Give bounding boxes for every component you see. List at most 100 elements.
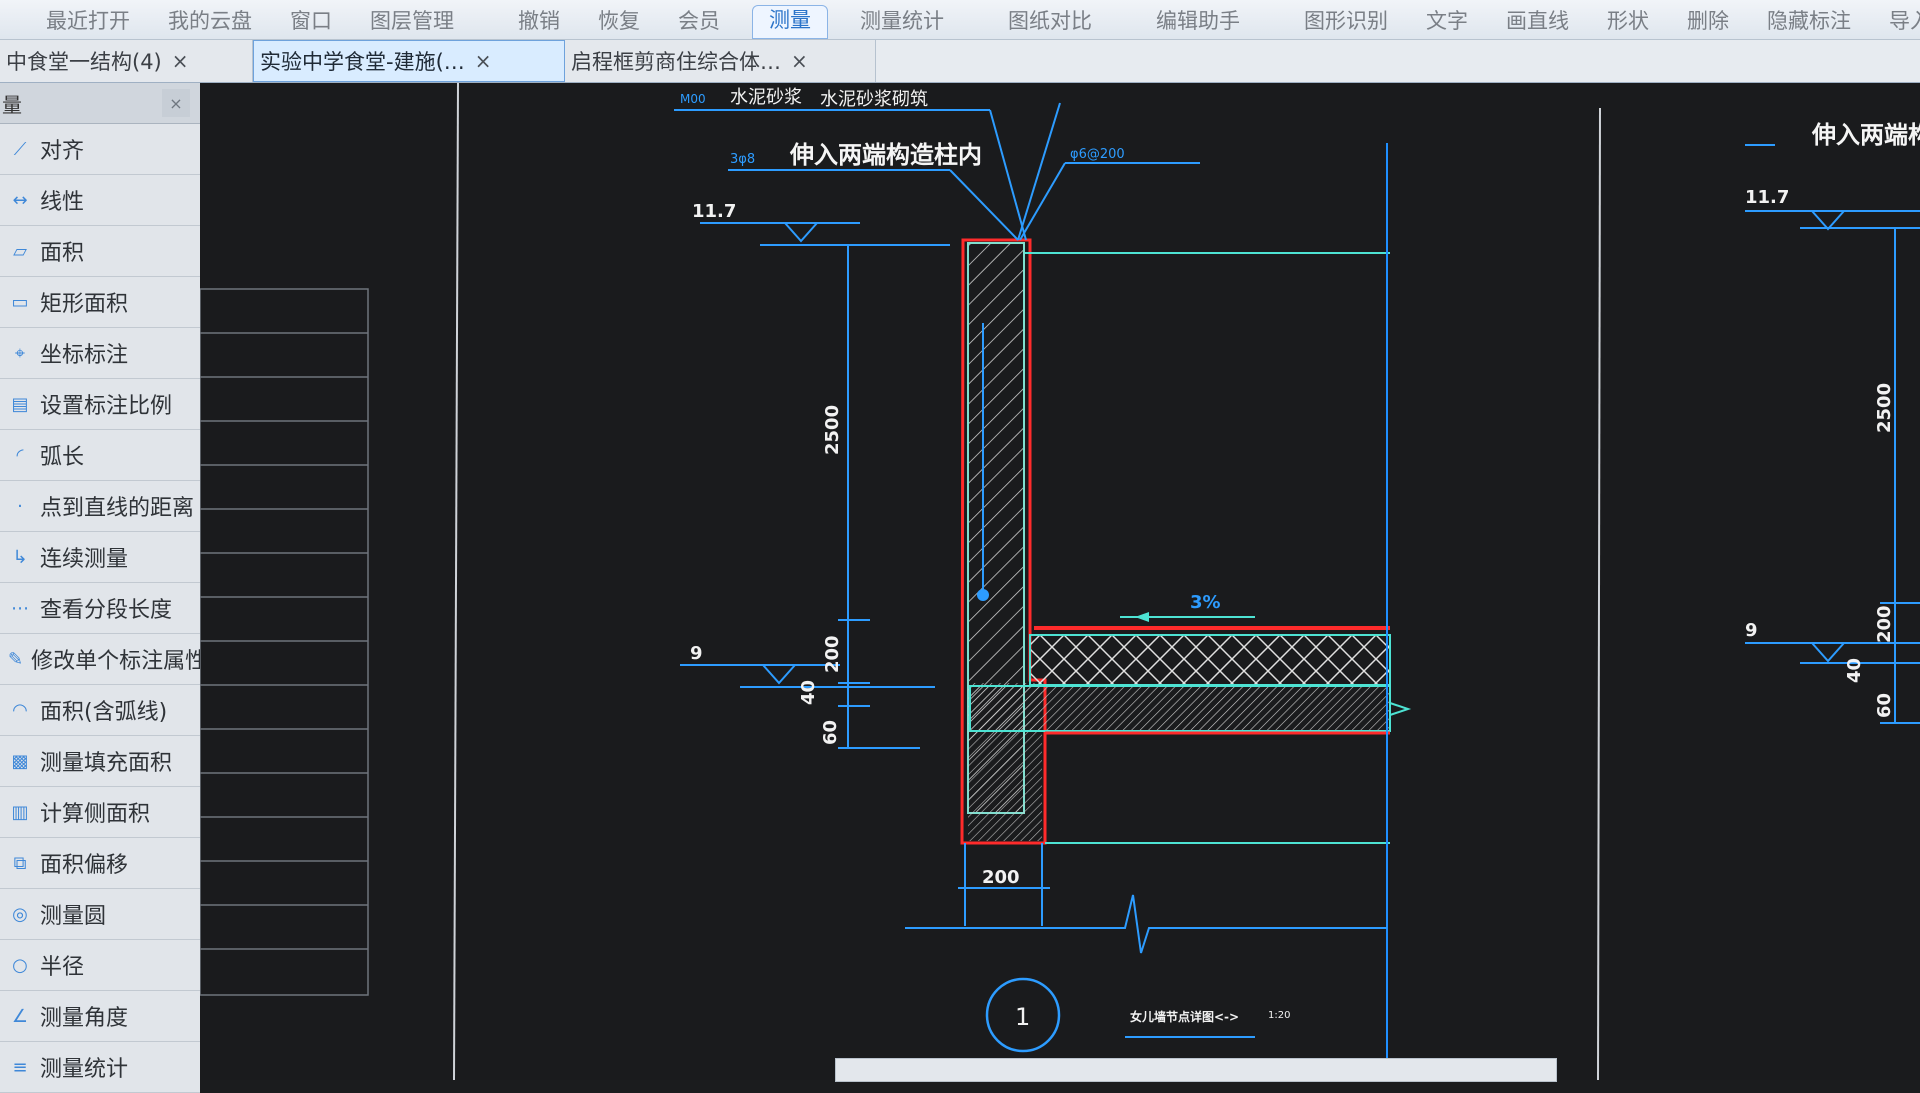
menu-measure[interactable]: 测量 [752,5,828,39]
arc-area-icon: ◠ [12,699,28,721]
tool-label: 面积(含弧线) [40,700,168,725]
close-icon[interactable]: × [791,49,808,73]
tool-continuous[interactable]: ↳ 连续测量 [0,532,200,583]
tool-stats[interactable]: ≡ 测量统计 [0,1042,200,1093]
arc-icon: ◜ [16,444,24,466]
right-elevation-bottom: 9 [1745,620,1758,641]
tool-rect-area[interactable]: ▭ 矩形面积 [0,277,200,328]
menu-hide-annotation[interactable]: 隐藏标注 [1761,7,1857,39]
tool-circle[interactable]: ◎ 测量圆 [0,889,200,940]
note-top-mortar: 水泥砂浆 [730,87,802,108]
edit-icon: ✎ [8,648,24,670]
tool-align[interactable]: ⟋ 对齐 [0,124,200,175]
cad-canvas[interactable]: 水泥砂浆 M00 水泥砂浆砌筑 伸入两端构造柱内 3φ8 φ6@200 11.7… [200,83,1920,1080]
right-dim-2500: 2500 [1874,383,1895,433]
tool-area-offset[interactable]: ⧉ 面积偏移 [0,838,200,889]
right-dim-40: 40 [1844,658,1865,683]
right-elevation-top: 11.7 [1745,187,1789,208]
circle-icon: ◎ [12,903,28,925]
tool-side-area[interactable]: ▥ 计算侧面积 [0,787,200,838]
angle-icon: ∠ [11,1005,29,1027]
tool-label: 线性 [40,190,85,215]
coordinate-icon: ⌖ [14,342,26,364]
tool-set-scale[interactable]: ▤ 设置标注比例 [0,379,200,430]
right-note: 伸入两端构造 [1811,121,1920,149]
tool-label: 测量统计 [40,1057,129,1082]
distance-icon: · [17,495,23,517]
detail-scale: 1:20 [1268,1010,1290,1021]
tool-label: 面积 [40,241,85,266]
menu-layer[interactable]: 图层管理 [364,7,460,39]
fill-icon: ▩ [11,750,29,772]
menu-undo[interactable]: 撤销 [512,7,566,39]
dim-2500: 2500 [822,405,843,455]
dim-40: 40 [798,680,819,705]
tool-linear[interactable]: ↔ 线性 [0,175,200,226]
tool-label: 查看分段长度 [40,598,173,623]
tool-label: 坐标标注 [40,343,129,368]
panel-header: 量 × [0,83,200,124]
tool-label: 测量圆 [40,904,107,929]
tool-fill-area[interactable]: ▩ 测量填充面积 [0,736,200,787]
detail-title: 女儿墙节点详图<-> [1130,1009,1239,1024]
stats-icon: ≡ [12,1056,28,1078]
tool-angle[interactable]: ∠ 测量角度 [0,991,200,1042]
note-top-masonry: 水泥砂浆砌筑 [820,89,928,110]
menu-cloud[interactable]: 我的云盘 [162,7,258,39]
menu-window[interactable]: 窗口 [284,7,338,39]
radius-icon: ○ [12,954,28,976]
tool-label: 测量角度 [40,1006,129,1031]
tool-arc-area[interactable]: ◠ 面积(含弧线) [0,685,200,736]
note-rebar-3phi8: 3φ8 [730,152,755,167]
tool-label: 对齐 [40,139,85,164]
tool-arc-length[interactable]: ◜ 弧长 [0,430,200,481]
menu-edit-helper[interactable]: 编辑助手 [1150,7,1246,39]
panel-title: 量 [2,92,22,117]
top-toolbar: 最近打开 我的云盘 窗口 图层管理 撤销 恢复 会员 测量 测量统计 图纸对比 … [0,0,1920,40]
menu-import[interactable]: 导入导 [1883,7,1920,39]
note-rebar-phi6: φ6@200 [1070,147,1125,162]
menu-draw-line[interactable]: 画直线 [1500,7,1575,39]
tool-label: 修改单个标注属性 [31,649,208,674]
close-icon[interactable]: × [475,49,492,73]
elevation-top: 11.7 [692,201,736,222]
tool-label: 设置标注比例 [40,394,173,419]
offset-icon: ⧉ [13,852,27,874]
doc-tab-structure[interactable]: 中食堂一结构(4) × [0,40,253,82]
tool-label: 连续测量 [40,547,129,572]
note-into-column: 伸入两端构造柱内 [789,141,982,169]
menu-compare[interactable]: 图纸对比 [1002,7,1098,39]
tool-segment[interactable]: ⋯ 查看分段长度 [0,583,200,634]
tool-radius[interactable]: ○ 半径 [0,940,200,991]
tool-area[interactable]: ▱ 面积 [0,226,200,277]
tool-edit-annotation[interactable]: ✎ 修改单个标注属性 [0,634,207,685]
menu-redo[interactable]: 恢复 [592,7,646,39]
rect-area-icon: ▭ [11,291,29,313]
menu-recognize[interactable]: 图形识别 [1298,7,1394,39]
slope-label: 3% [1190,592,1221,613]
right-dim-60: 60 [1874,693,1895,718]
tool-label: 点到直线的距离 [40,496,195,521]
elevation-bottom: 9 [690,643,703,664]
tool-label: 面积偏移 [40,853,129,878]
tool-point-line[interactable]: · 点到直线的距离 [0,481,200,532]
menu-delete[interactable]: 删除 [1681,7,1735,39]
tab-label: 实验中学食堂-建施(… [260,50,465,74]
dim-200: 200 [822,635,843,673]
menu-measure-stats[interactable]: 测量统计 [854,7,950,39]
dim-60: 60 [820,720,841,745]
menu-member[interactable]: 会员 [672,7,726,39]
doc-tab-building[interactable]: 实验中学食堂-建施(… × [253,40,565,82]
measure-panel: 量 × ⟋ 对齐 ↔ 线性 ▱ 面积 ▭ 矩形面积 ⌖ 坐标标注 ▤ 设置标注比例 ◜ 弧长 … [0,83,207,1093]
tool-label: 弧长 [40,445,85,470]
close-icon[interactable]: × [162,89,190,117]
tool-coordinate[interactable]: ⌖ 坐标标注 [0,328,200,379]
segment-icon: ⋯ [11,597,29,619]
menu-shape[interactable]: 形状 [1601,7,1655,39]
doc-tab-complex[interactable]: 启程框剪商住综合体… × [565,40,876,82]
tool-label: 计算侧面积 [40,802,151,827]
menu-text[interactable]: 文字 [1420,7,1474,39]
horizontal-scrollbar[interactable] [835,1058,1557,1082]
menu-recent[interactable]: 最近打开 [40,7,136,39]
close-icon[interactable]: × [172,49,189,73]
